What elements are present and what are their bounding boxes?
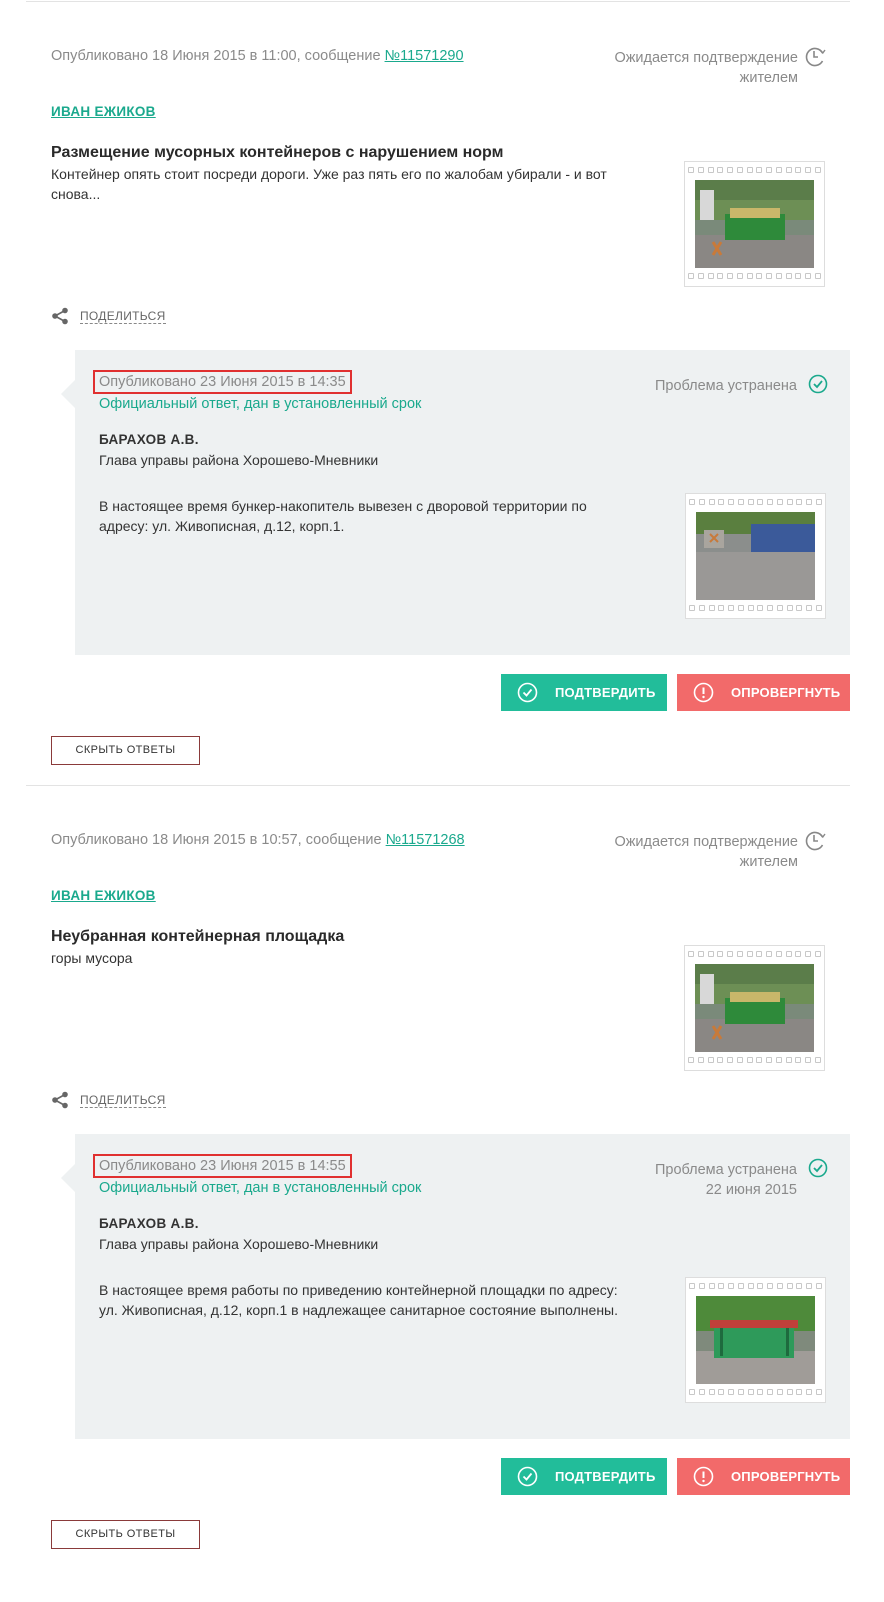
post-status: Ожидается подтверждение жителем — [614, 834, 798, 870]
check-circle-icon — [517, 682, 538, 703]
author-link[interactable]: ИВАН ЕЖИКОВ — [51, 888, 156, 903]
top-divider — [26, 1, 850, 2]
confirm-button[interactable]: ПОДТВЕРДИТЬ — [501, 674, 667, 711]
answer-notch — [61, 1164, 75, 1192]
post-status: Ожидается подтверждение жителем — [614, 50, 798, 86]
answer-status-label: Проблема устранена — [654, 1162, 797, 1178]
answer-published: Опубликовано 23 Июня 2015 в 14:35 — [93, 370, 352, 394]
photo-image — [695, 180, 814, 268]
photo-image — [696, 1296, 815, 1384]
answer-status: Проблема устранена 22 июня 2015 — [655, 1160, 797, 1200]
official-role: Глава управы района Хорошево-Мневники — [99, 452, 379, 468]
official-answer: Опубликовано 23 Июня 2015 в 14:35 Официа… — [61, 350, 850, 655]
clock-icon — [805, 831, 826, 851]
check-circle-icon — [517, 1466, 538, 1487]
answer-text: В настоящее время работы по приведению к… — [99, 1282, 619, 1318]
post-published: Опубликовано 18 Июня 2015 в 10:57, сообщ… — [51, 832, 386, 848]
reject-label: ОПРОВЕРГНУТЬ — [731, 1469, 841, 1484]
official-answer: Опубликовано 23 Июня 2015 в 14:55 Официа… — [61, 1134, 850, 1439]
confirm-label: ПОДТВЕРДИТЬ — [555, 685, 656, 700]
answer-published: Опубликовано 23 Июня 2015 в 14:55 — [93, 1154, 352, 1178]
post-title: Неубранная контейнерная площадка — [51, 928, 345, 945]
reject-label: ОПРОВЕРГНУТЬ — [731, 685, 841, 700]
exclamation-circle-icon — [693, 1466, 714, 1487]
film-holes — [689, 1389, 822, 1397]
post-photo[interactable] — [684, 161, 825, 287]
share-icon — [52, 307, 68, 325]
photo-image — [695, 964, 814, 1052]
film-holes — [688, 167, 821, 175]
check-circle-icon — [808, 374, 828, 394]
film-holes — [689, 605, 822, 613]
film-holes — [689, 1283, 822, 1291]
official-name: БАРАХОВ А.В. — [99, 432, 199, 447]
post-meta: Опубликовано 18 Июня 2015 в 11:00, сообщ… — [51, 48, 464, 64]
hide-answers-button[interactable]: СКРЫТЬ ОТВЕТЫ — [51, 1520, 200, 1549]
post-description: горы мусора — [51, 950, 133, 966]
answer-status: Проблема устранена — [655, 376, 797, 396]
clock-icon — [805, 47, 826, 67]
answer-photo[interactable] — [685, 1277, 826, 1403]
answer-text: В настоящее время бункер-накопитель выве… — [99, 498, 587, 534]
share-label: ПОДЕЛИТЬСЯ — [80, 1093, 166, 1108]
post-description: Контейнер опять стоит посреди дороги. Уж… — [51, 166, 607, 202]
film-holes — [688, 1057, 821, 1065]
official-note: Официальный ответ, дан в установленный с… — [99, 396, 422, 412]
official-role: Глава управы района Хорошево-Мневники — [99, 1236, 379, 1252]
confirm-label: ПОДТВЕРДИТЬ — [555, 1469, 656, 1484]
post-meta: Опубликовано 18 Июня 2015 в 10:57, сообщ… — [51, 832, 465, 848]
share-label: ПОДЕЛИТЬСЯ — [80, 309, 166, 324]
reject-button[interactable]: ОПРОВЕРГНУТЬ — [677, 674, 850, 711]
post-title: Размещение мусорных контейнеров с наруше… — [51, 144, 504, 161]
post-divider — [26, 785, 850, 786]
post-photo[interactable] — [684, 945, 825, 1071]
photo-image — [696, 512, 815, 600]
confirm-button[interactable]: ПОДТВЕРДИТЬ — [501, 1458, 667, 1495]
film-holes — [689, 499, 822, 507]
answer-status-date: 22 июня 2015 — [705, 1182, 797, 1198]
official-name: БАРАХОВ А.В. — [99, 1216, 199, 1231]
film-holes — [688, 273, 821, 281]
answer-status-label: Проблема устранена — [654, 378, 797, 394]
hide-answers-button[interactable]: СКРЫТЬ ОТВЕТЫ — [51, 736, 200, 765]
film-holes — [688, 951, 821, 959]
author-link[interactable]: ИВАН ЕЖИКОВ — [51, 104, 156, 119]
answer-photo[interactable] — [685, 493, 826, 619]
exclamation-circle-icon — [693, 682, 714, 703]
reject-button[interactable]: ОПРОВЕРГНУТЬ — [677, 1458, 850, 1495]
answer-notch — [61, 380, 75, 408]
message-link[interactable]: №11571290 — [385, 48, 464, 64]
check-circle-icon — [808, 1158, 828, 1178]
message-link[interactable]: №11571268 — [386, 832, 465, 848]
official-note: Официальный ответ, дан в установленный с… — [99, 1180, 422, 1196]
post-published: Опубликовано 18 Июня 2015 в 11:00, сообщ… — [51, 48, 385, 64]
share-icon — [52, 1091, 68, 1109]
